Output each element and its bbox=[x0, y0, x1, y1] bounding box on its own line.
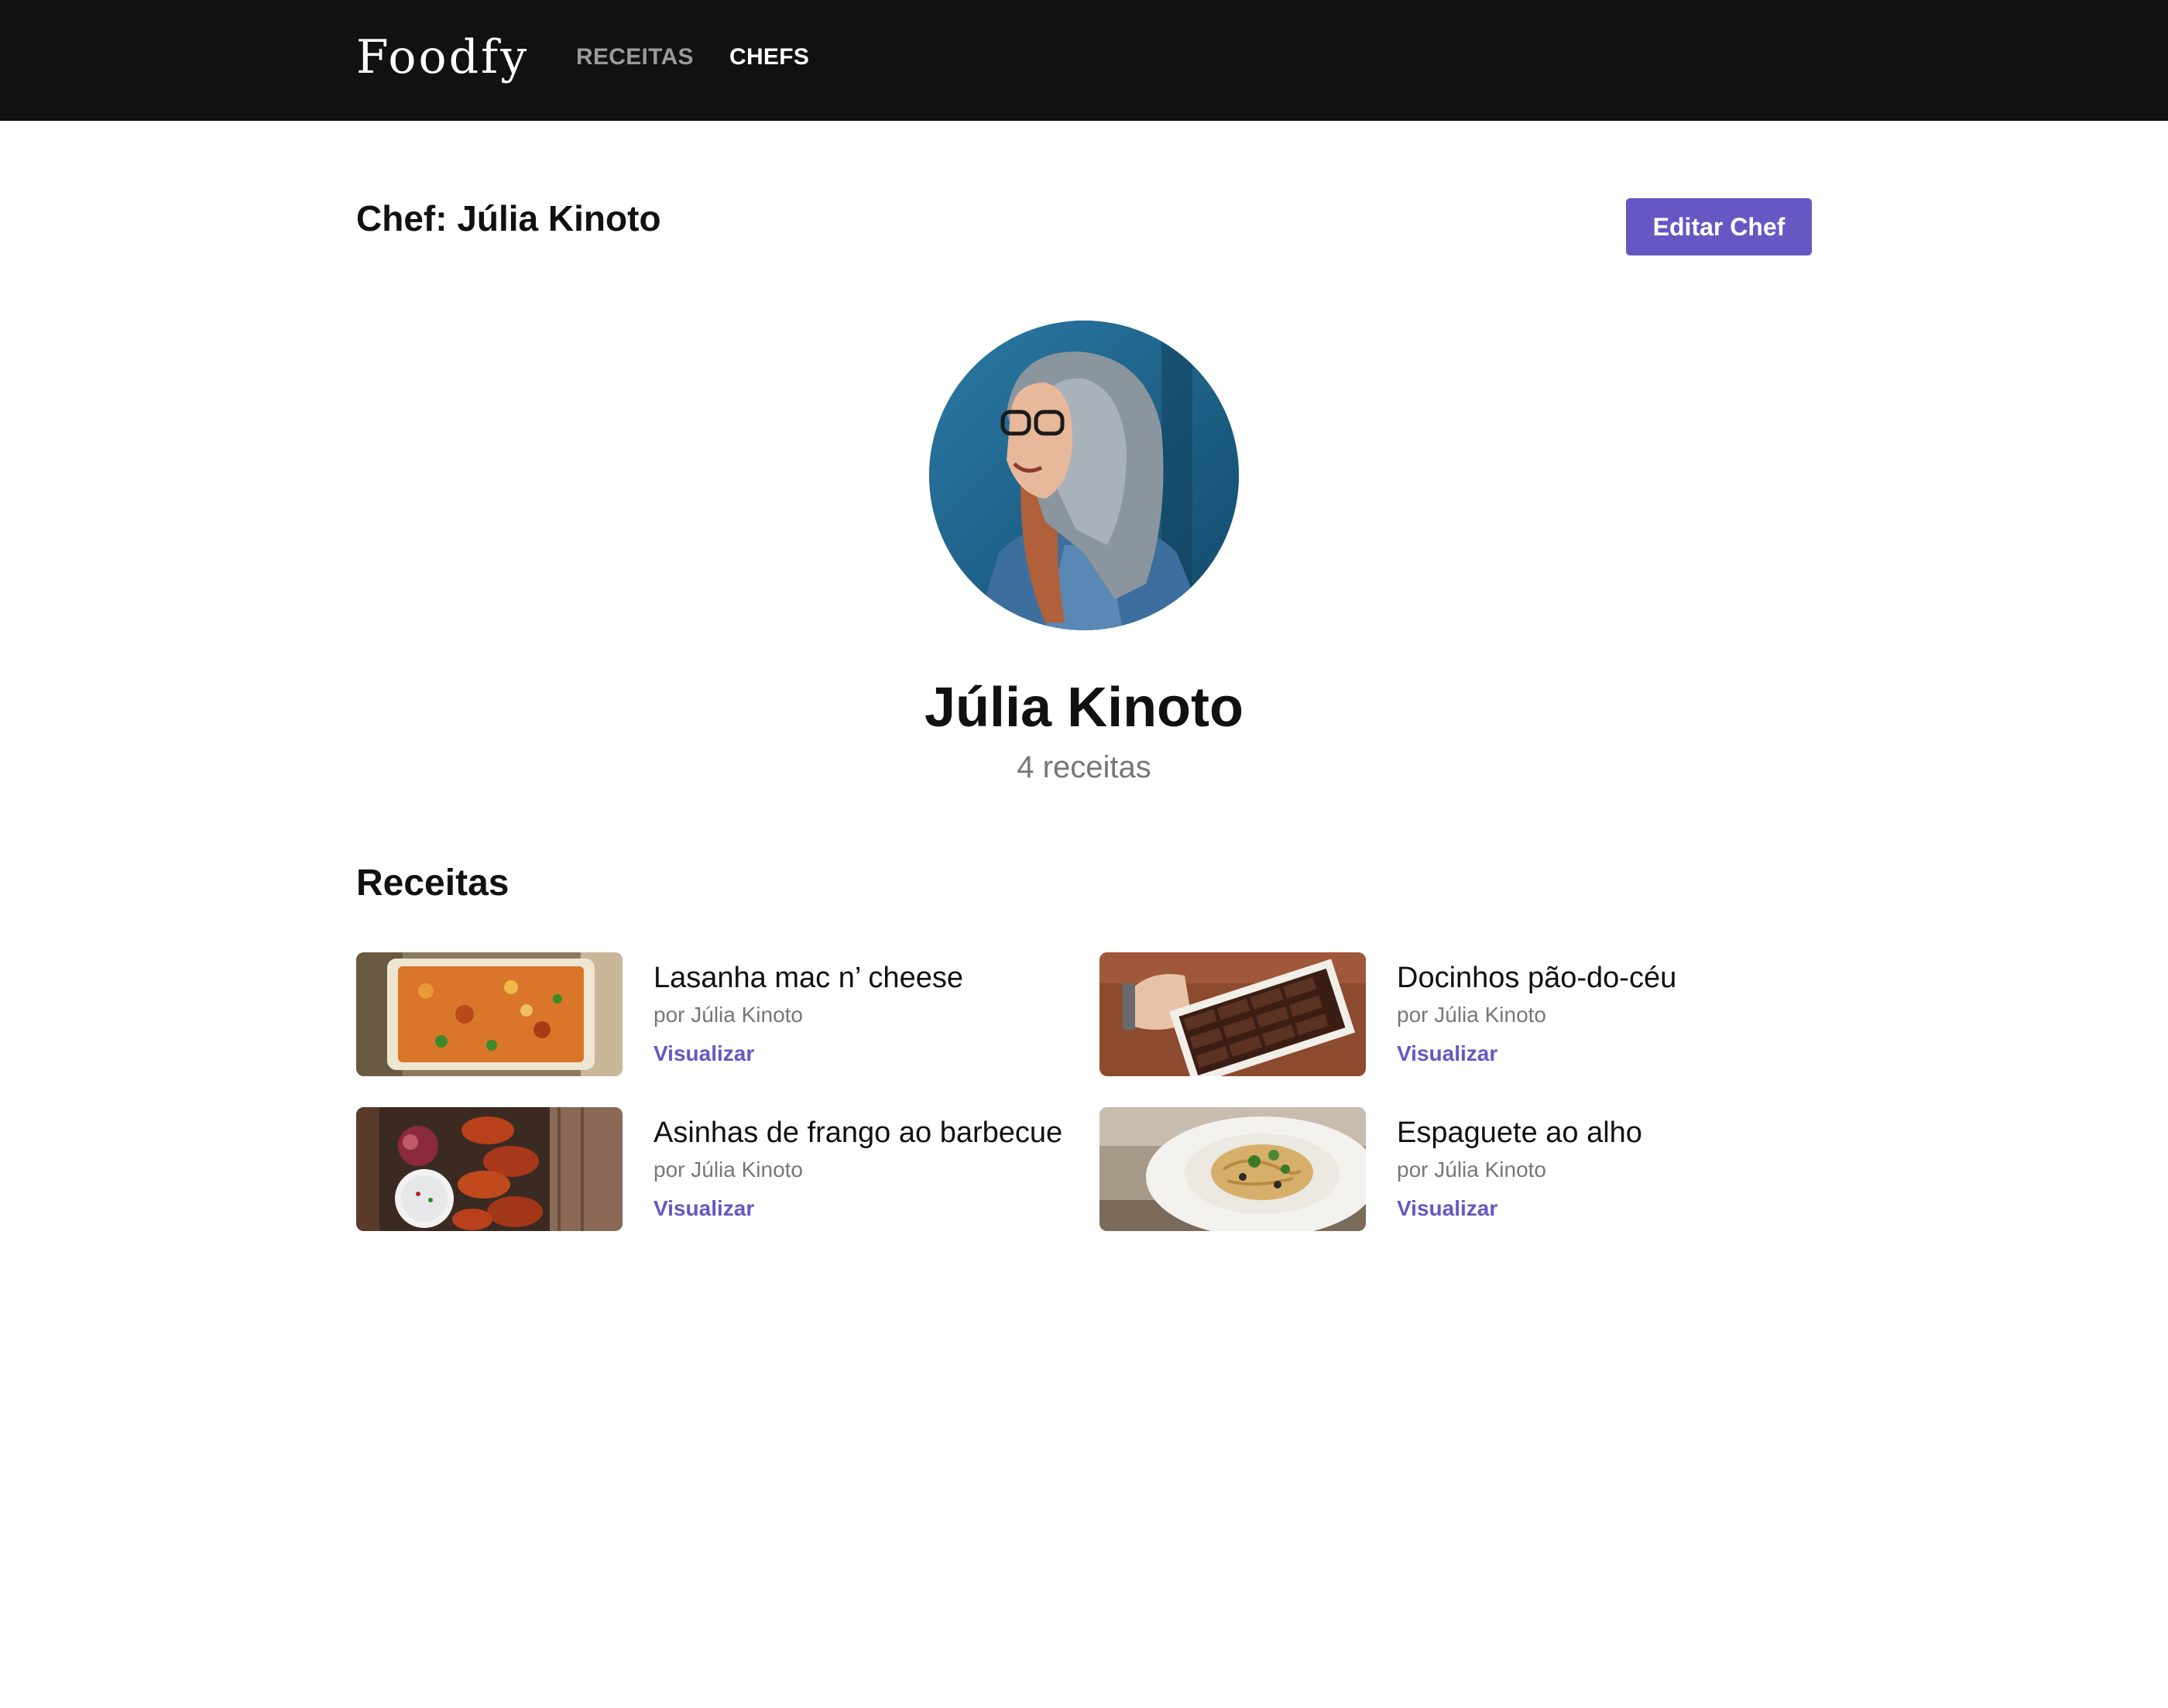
top-navbar: Foodfy RECEITAS CHEFS bbox=[0, 0, 2168, 121]
view-recipe-link[interactable]: Visualizar bbox=[653, 1039, 754, 1068]
recipe-card: Docinhos pão-do-céu por Júlia Kinoto Vis… bbox=[1099, 952, 1796, 1078]
recipe-image-lasanha bbox=[356, 952, 623, 1076]
recipe-image-espaguete bbox=[1099, 1107, 1366, 1231]
nav-link-receitas[interactable]: RECEITAS bbox=[576, 40, 694, 74]
chef-recipe-count: 4 receitas bbox=[1017, 750, 1151, 784]
recipe-title: Espaguete ao alho bbox=[1397, 1116, 1642, 1149]
recipes-section-title: Receitas bbox=[356, 863, 509, 904]
recipe-image-docinhos bbox=[1099, 952, 1366, 1076]
nav-link-chefs[interactable]: CHEFS bbox=[729, 40, 809, 74]
recipe-author: por Júlia Kinoto bbox=[653, 1158, 804, 1182]
view-recipe-link[interactable]: Visualizar bbox=[1397, 1194, 1497, 1223]
recipe-thumbnail bbox=[356, 1107, 623, 1231]
recipe-card: Asinhas de frango ao barbecue por Júlia … bbox=[356, 1107, 1062, 1233]
chef-name: Júlia Kinoto bbox=[924, 677, 1244, 739]
recipe-author: por Júlia Kinoto bbox=[1397, 1158, 1547, 1182]
chef-avatar bbox=[929, 321, 1239, 630]
recipe-author: por Júlia Kinoto bbox=[653, 1003, 804, 1027]
view-recipe-link[interactable]: Visualizar bbox=[653, 1194, 754, 1223]
recipe-card: Espaguete ao alho por Júlia Kinoto Visua… bbox=[1099, 1107, 1796, 1233]
recipe-thumbnail bbox=[1099, 952, 1366, 1076]
recipe-title: Docinhos pão-do-céu bbox=[1397, 962, 1677, 994]
recipe-title: Lasanha mac n’ cheese bbox=[653, 962, 963, 994]
recipe-card: Lasanha mac n’ cheese por Júlia Kinoto V… bbox=[356, 952, 1053, 1078]
view-recipe-link[interactable]: Visualizar bbox=[1397, 1039, 1497, 1068]
recipe-thumbnail bbox=[356, 952, 623, 1076]
recipe-thumbnail bbox=[1099, 1107, 1366, 1231]
page-title: Chef: Júlia Kinoto bbox=[356, 198, 661, 238]
edit-chef-button[interactable]: Editar Chef bbox=[1626, 198, 1812, 256]
logo[interactable]: Foodfy bbox=[356, 28, 529, 87]
recipe-author: por Júlia Kinoto bbox=[1397, 1003, 1547, 1027]
chef-avatar-image bbox=[929, 321, 1239, 630]
recipe-title: Asinhas de frango ao barbecue bbox=[653, 1116, 1063, 1149]
recipe-image-asinhas bbox=[356, 1107, 623, 1231]
